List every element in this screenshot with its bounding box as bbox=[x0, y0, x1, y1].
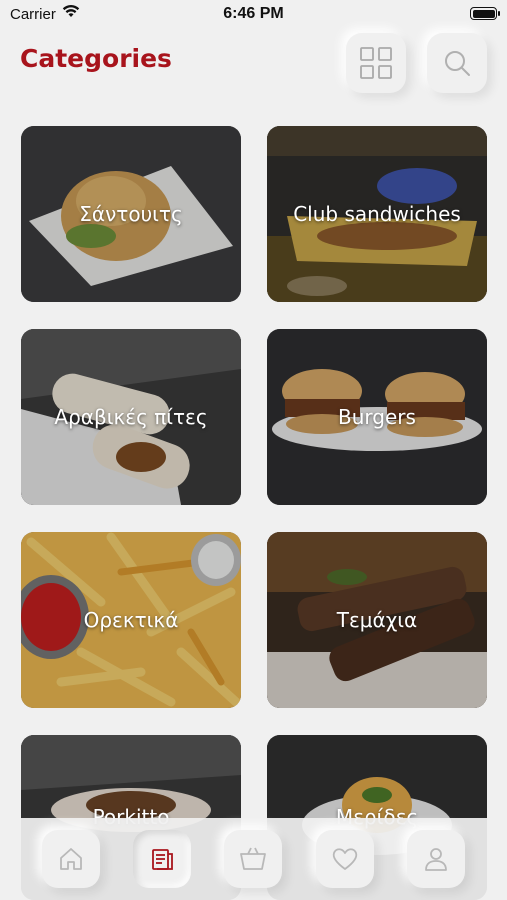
grid-icon bbox=[360, 47, 392, 79]
tab-bar bbox=[0, 818, 507, 900]
heart-icon bbox=[332, 848, 358, 870]
menu-list-icon bbox=[152, 849, 173, 870]
search-icon bbox=[445, 51, 470, 76]
category-label: Τεμάχια bbox=[336, 608, 418, 632]
category-label: Burgers bbox=[338, 405, 416, 429]
category-label: Club sandwiches bbox=[293, 202, 461, 226]
category-card-sandwiches[interactable]: Σάντουιτς bbox=[21, 126, 241, 302]
page-title: Categories bbox=[20, 44, 172, 73]
tab-home[interactable] bbox=[42, 830, 100, 888]
tab-favorites[interactable] bbox=[316, 830, 374, 888]
profile-icon bbox=[425, 848, 447, 871]
status-bar: Carrier 6:46 PM bbox=[0, 0, 507, 30]
category-label: Ορεκτικά bbox=[83, 608, 179, 632]
tab-profile[interactable] bbox=[407, 830, 465, 888]
clock: 6:46 PM bbox=[223, 5, 284, 22]
category-card-burgers[interactable]: Burgers bbox=[267, 329, 487, 505]
home-icon bbox=[60, 848, 82, 870]
tab-menu[interactable] bbox=[133, 830, 191, 888]
category-label: Σάντουιτς bbox=[79, 202, 183, 226]
tab-basket[interactable] bbox=[224, 830, 282, 888]
category-card-arabic-pitas[interactable]: Αραβικές πίτες bbox=[21, 329, 241, 505]
category-card-pieces[interactable]: Τεμάχια bbox=[267, 532, 487, 708]
category-label: Αραβικές πίτες bbox=[54, 405, 208, 429]
battery-icon bbox=[470, 7, 500, 20]
basket-icon bbox=[240, 847, 266, 870]
category-card-appetizers[interactable]: Ορεκτικά bbox=[21, 532, 241, 708]
category-card-club-sandwiches[interactable]: Club sandwiches bbox=[267, 126, 487, 302]
search-button[interactable] bbox=[427, 33, 487, 93]
grid-view-button[interactable] bbox=[346, 33, 406, 93]
